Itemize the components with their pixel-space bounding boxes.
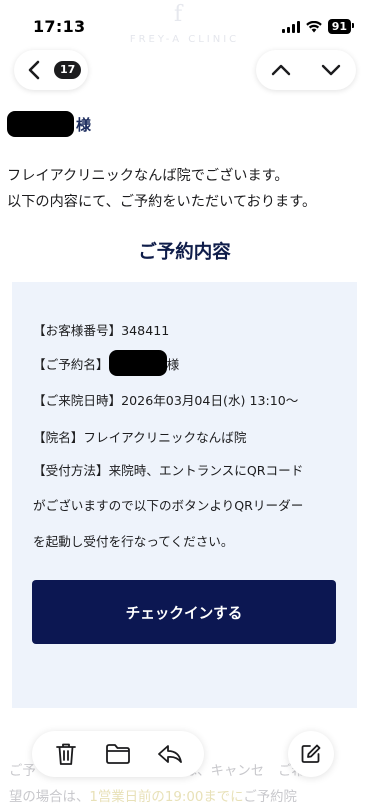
checkin-button[interactable]: チェックインする [32,580,336,644]
unread-count-badge: 17 [54,61,82,79]
reservation-name-line: 【ご予約名】 様 [33,350,179,376]
delete-button[interactable] [53,741,79,767]
customer-number: 【お客様番号】348411 [33,323,170,338]
reception-method-line-3: を起動し受付を行なってください。 [33,534,234,549]
recipient-line: 様 [7,111,91,137]
chevron-left-icon [28,60,40,80]
chevron-up-icon [271,64,291,76]
visit-datetime: 【ご来院日時】2026年03月04日(水) 13:10〜 [33,393,299,408]
redacted-name [7,111,74,137]
footer-line-2: 望の場合は、1営業日前の19:00までにご予約院 [9,790,297,803]
intro-line-1: フレイアクリニックなんば院でございます。 [7,168,289,184]
compose-button[interactable] [288,731,334,777]
recipient-honorific: 様 [76,115,92,134]
reception-method-line-1: 【受付方法】来院時、エントランスにQRコード [33,463,304,478]
previous-message-button[interactable] [269,58,293,82]
reservation-name-honorific: 様 [166,356,180,372]
wifi-icon [305,20,322,32]
cellular-signal-icon [281,20,300,33]
folder-icon [106,744,130,764]
reservation-details-panel: 【お客様番号】348411 【ご予約名】 様 【ご来院日時】2026年03月04… [12,282,357,708]
message-actions-toolbar [32,731,204,777]
clinic-name: 【院名】フレイアクリニックなんば院 [33,430,247,445]
battery-indicator: 91 [327,19,355,34]
intro-text: フレイアクリニックなんば院でございます。 以下の内容にて、ご予約をいただいており… [7,163,316,215]
back-button[interactable]: 17 [14,50,88,90]
status-icons: 91 [281,19,355,34]
status-time: 17:13 [33,17,86,36]
redacted-reservation-name [108,350,167,376]
intro-line-2: 以下の内容にて、ご予約をいただいております。 [7,194,317,210]
chevron-down-icon [321,64,341,76]
trash-icon [56,743,76,765]
move-to-folder-button[interactable] [105,741,131,767]
next-message-button[interactable] [319,58,343,82]
brand-logo: f [174,2,183,27]
compose-icon [301,744,321,763]
reception-method-line-2: がございますので以下のボタンよりQRリーダー [33,498,304,513]
reply-icon [158,745,182,763]
status-bar: f FREY-A CLINIC 17:13 91 [0,0,369,50]
reservation-name-label: 【ご予約名】 [33,356,109,372]
section-title: ご予約内容 [138,242,231,263]
reply-button[interactable] [157,741,183,767]
message-navigation [256,50,356,90]
